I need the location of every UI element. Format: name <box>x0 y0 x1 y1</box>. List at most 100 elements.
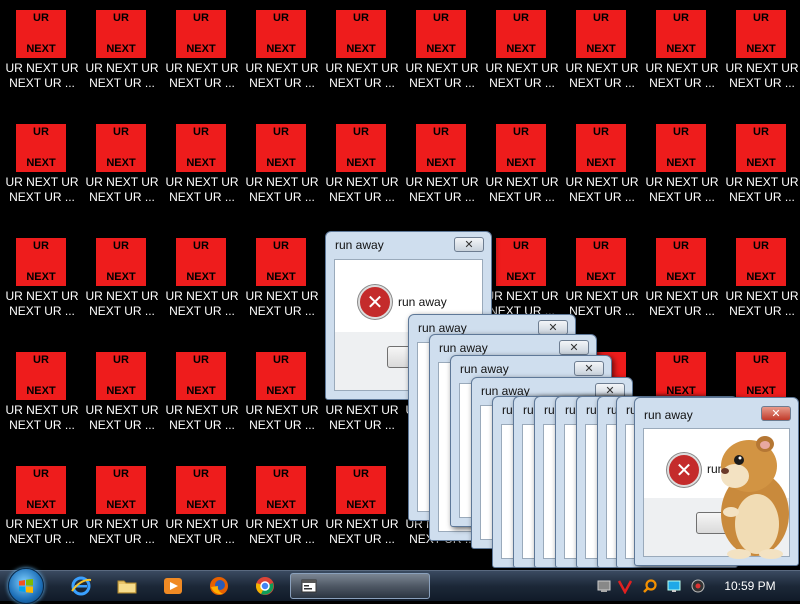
icon-text-top: UR <box>193 468 209 480</box>
desktop-icon[interactable]: UR NEXT UR NEXT URNEXT UR ... <box>242 3 319 103</box>
desktop-icon[interactable]: UR NEXT UR NEXT URNEXT UR ... <box>242 117 319 217</box>
icon-text-top: UR <box>273 126 289 138</box>
icon-text-top: UR <box>433 12 449 24</box>
icon-text-bottom: NEXT <box>586 43 616 55</box>
icon-text-bottom: NEXT <box>26 43 56 55</box>
ur-next-icon: UR NEXT <box>176 352 226 400</box>
desktop-icon[interactable]: UR NEXT UR NEXT URNEXT UR ... <box>2 231 79 331</box>
media-player-icon[interactable] <box>162 575 184 597</box>
icon-text-bottom: NEXT <box>266 271 296 283</box>
icon-label-line1: UR NEXT UR <box>405 175 479 189</box>
icon-label-line2: NEXT UR ... <box>249 304 315 318</box>
icon-text-bottom: NEXT <box>746 271 776 283</box>
icon-label-line1: UR NEXT UR <box>165 517 239 531</box>
desktop-icon[interactable]: UR NEXT UR NEXT URNEXT UR ... <box>2 3 79 103</box>
icon-label-line1: UR NEXT UR <box>405 61 479 75</box>
desktop-icon[interactable]: UR NEXT UR NEXT URNEXT UR ... <box>82 3 159 103</box>
icon-text-top: UR <box>33 468 49 480</box>
desktop-icon-label: UR NEXT URNEXT UR ... <box>482 61 562 91</box>
desktop-icon-label: UR NEXT URNEXT UR ... <box>642 61 722 91</box>
clock[interactable]: 10:59 PM <box>712 579 788 593</box>
icon-label-line2: NEXT UR ... <box>9 304 75 318</box>
desktop-icon[interactable]: UR NEXT UR NEXT URNEXT UR ... <box>482 3 559 103</box>
icon-text-top: UR <box>353 126 369 138</box>
desktop-icon[interactable]: UR NEXT UR NEXT URNEXT UR ... <box>402 3 479 103</box>
desktop-icon[interactable]: UR NEXT UR NEXT URNEXT UR ... <box>722 3 799 103</box>
icon-label-line1: UR NEXT UR <box>245 61 319 75</box>
folder-icon[interactable] <box>116 575 138 597</box>
icon-label-line2: NEXT UR ... <box>9 76 75 90</box>
dialog-window[interactable]: run away ✕ ✕ run away OK <box>634 397 799 566</box>
chrome-icon[interactable] <box>254 575 276 597</box>
desktop-icon[interactable]: UR NEXT UR NEXT URNEXT UR ... <box>162 345 239 445</box>
icon-label-line2: NEXT UR ... <box>169 532 235 546</box>
volume-tray-icon[interactable] <box>690 578 706 594</box>
antivirus-tray-icon[interactable] <box>617 578 633 594</box>
desktop-icon[interactable]: UR NEXT UR NEXT URNEXT UR ... <box>322 3 399 103</box>
desktop-icon[interactable]: UR NEXT UR NEXT URNEXT UR ... <box>562 117 639 217</box>
desktop-icon[interactable]: UR NEXT UR NEXT URNEXT UR ... <box>322 459 399 559</box>
desktop-icon[interactable]: UR NEXT UR NEXT URNEXT UR ... <box>162 3 239 103</box>
icon-label-line2: NEXT UR ... <box>329 418 395 432</box>
desktop-icon[interactable]: UR NEXT UR NEXT URNEXT UR ... <box>642 231 719 331</box>
search-tray-icon[interactable] <box>642 578 658 594</box>
desktop-icon[interactable]: UR NEXT UR NEXT URNEXT UR ... <box>162 117 239 217</box>
desktop-icon[interactable]: UR NEXT UR NEXT URNEXT UR ... <box>82 231 159 331</box>
icon-label-line1: UR NEXT UR <box>485 61 559 75</box>
desktop-icon[interactable]: UR NEXT UR NEXT URNEXT UR ... <box>2 345 79 445</box>
icon-text-bottom: NEXT <box>186 157 216 169</box>
dialog-title: run away <box>335 238 384 252</box>
desktop-icon[interactable]: UR NEXT UR NEXT URNEXT UR ... <box>562 3 639 103</box>
ur-next-icon: UR NEXT <box>416 10 466 58</box>
icon-text-bottom: NEXT <box>106 271 136 283</box>
desktop-icon[interactable]: UR NEXT UR NEXT URNEXT UR ... <box>242 345 319 445</box>
desktop-icon[interactable]: UR NEXT UR NEXT URNEXT UR ... <box>402 117 479 217</box>
desktop-icon[interactable]: UR NEXT UR NEXT URNEXT UR ... <box>722 117 799 217</box>
icon-text-bottom: NEXT <box>106 157 136 169</box>
network-tray-icon[interactable] <box>596 578 612 594</box>
icon-label-line1: UR NEXT UR <box>85 61 159 75</box>
icon-text-top: UR <box>193 240 209 252</box>
desktop-icon[interactable]: UR NEXT UR NEXT URNEXT UR ... <box>322 117 399 217</box>
desktop-icon[interactable]: UR NEXT UR NEXT URNEXT UR ... <box>2 117 79 217</box>
taskbar-task-button[interactable] <box>290 573 430 599</box>
desktop-icon[interactable]: UR NEXT UR NEXT URNEXT UR ... <box>82 459 159 559</box>
icon-label-line1: UR NEXT UR <box>5 517 79 531</box>
icon-label-line2: NEXT UR ... <box>329 190 395 204</box>
close-icon[interactable]: ✕ <box>559 340 589 355</box>
desktop-icon[interactable]: UR NEXT UR NEXT URNEXT UR ... <box>162 459 239 559</box>
icon-label-line1: UR NEXT UR <box>85 403 159 417</box>
desktop-icon[interactable]: UR NEXT UR NEXT URNEXT UR ... <box>242 459 319 559</box>
icon-text-top: UR <box>673 354 689 366</box>
ur-next-icon: UR NEXT <box>16 238 66 286</box>
internet-explorer-icon[interactable] <box>70 575 92 597</box>
close-icon[interactable]: ✕ <box>538 320 568 335</box>
icon-text-top: UR <box>113 468 129 480</box>
desktop-icon-label: UR NEXT URNEXT UR ... <box>162 61 242 91</box>
icon-text-bottom: NEXT <box>266 385 296 397</box>
desktop-icon[interactable]: UR NEXT UR NEXT URNEXT UR ... <box>642 3 719 103</box>
desktop-icon[interactable]: UR NEXT UR NEXT URNEXT UR ... <box>722 231 799 331</box>
desktop-icon[interactable]: UR NEXT UR NEXT URNEXT UR ... <box>82 345 159 445</box>
icon-text-top: UR <box>113 12 129 24</box>
close-icon[interactable]: ✕ <box>574 361 604 376</box>
icon-label-line1: UR NEXT UR <box>85 175 159 189</box>
icon-label-line1: UR NEXT UR <box>5 61 79 75</box>
desktop-icon[interactable]: UR NEXT UR NEXT URNEXT UR ... <box>642 117 719 217</box>
close-icon[interactable]: ✕ <box>454 237 484 252</box>
desktop-icon[interactable]: UR NEXT UR NEXT URNEXT UR ... <box>82 117 159 217</box>
dialog-title: run away <box>644 408 693 422</box>
ur-next-icon: UR NEXT <box>256 352 306 400</box>
desktop-icon-label: UR NEXT URNEXT UR ... <box>562 61 642 91</box>
icon-label-line1: UR NEXT UR <box>325 61 399 75</box>
desktop-icon[interactable]: UR NEXT UR NEXT URNEXT UR ... <box>2 459 79 559</box>
display-tray-icon[interactable] <box>666 578 682 594</box>
icon-label-line2: NEXT UR ... <box>169 190 235 204</box>
icon-text-bottom: NEXT <box>266 499 296 511</box>
start-button[interactable] <box>8 568 44 604</box>
desktop-icon[interactable]: UR NEXT UR NEXT URNEXT UR ... <box>162 231 239 331</box>
desktop-icon[interactable]: UR NEXT UR NEXT URNEXT UR ... <box>482 117 559 217</box>
firefox-icon[interactable] <box>208 575 230 597</box>
desktop-icon[interactable]: UR NEXT UR NEXT URNEXT UR ... <box>242 231 319 331</box>
ur-next-icon: UR NEXT <box>496 124 546 172</box>
